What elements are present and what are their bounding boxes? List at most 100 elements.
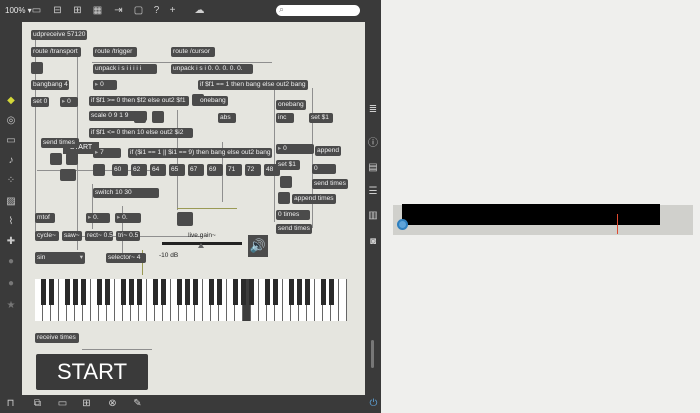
black-key[interactable] (304, 279, 310, 305)
append-message[interactable]: append (315, 146, 341, 156)
black-key[interactable] (72, 279, 78, 305)
black-key[interactable] (288, 279, 294, 305)
bang-button[interactable] (278, 192, 290, 204)
note-message[interactable]: 65 (169, 164, 185, 176)
lock-icon[interactable]: ▭ (31, 5, 42, 16)
set0-message[interactable]: set 0 (31, 97, 49, 107)
note-message[interactable]: 69 (207, 164, 223, 176)
info-icon[interactable]: ⓘ (367, 138, 379, 150)
number-box[interactable]: 7 (93, 148, 121, 158)
note-message[interactable]: 62 (131, 164, 147, 176)
lock-icon[interactable]: ⊓ (4, 398, 17, 410)
target-icon[interactable]: ◎ (5, 115, 17, 127)
patcher-canvas[interactable]: udpreceive 57120 route /transport route … (22, 22, 365, 395)
black-key[interactable] (136, 279, 142, 305)
panels-icon[interactable]: ▥ (367, 210, 379, 222)
cursor-knob[interactable] (397, 219, 408, 230)
if-ge-object[interactable]: if $f1 >= 0 then $f2 else out2 $f1 (89, 96, 189, 106)
black-key[interactable] (120, 279, 126, 305)
note-message[interactable]: 64 (150, 164, 166, 176)
debug-icon[interactable]: ⊗ (106, 398, 119, 410)
bang-button[interactable] (66, 153, 78, 165)
route-cursor-object[interactable]: route /cursor (171, 47, 215, 57)
abs-object[interactable]: abs (218, 113, 236, 123)
black-key[interactable] (48, 279, 54, 305)
black-key[interactable] (192, 279, 198, 305)
new-object-icon[interactable]: ⊟ (52, 5, 63, 16)
help-icon[interactable]: ? (151, 5, 162, 16)
power-icon[interactable]: ⏻ (367, 398, 380, 410)
send-times-object[interactable]: send times (312, 179, 348, 189)
black-key[interactable] (240, 279, 246, 305)
gain-handle[interactable] (198, 243, 204, 248)
onebang-object[interactable]: onebang (198, 96, 228, 106)
if-eq-object[interactable]: if $f1 == 1 then bang else out2 bang (198, 80, 308, 90)
plugin-icon[interactable]: ✚ (5, 236, 17, 248)
black-key[interactable] (80, 279, 86, 305)
add-icon[interactable]: + (167, 5, 178, 16)
saw-object[interactable]: saw~ (62, 231, 82, 241)
start-button[interactable]: START (36, 354, 148, 390)
tri-object[interactable]: tri~ 0.5 (116, 231, 140, 241)
receive-times-object[interactable]: receive times (35, 333, 79, 343)
presentation-icon[interactable]: ⊞ (72, 5, 83, 16)
black-key[interactable] (264, 279, 270, 305)
black-key[interactable] (40, 279, 46, 305)
speaker-icon[interactable]: 🔊 (248, 235, 268, 257)
black-key[interactable] (104, 279, 110, 305)
black-key[interactable] (152, 279, 158, 305)
wrench-icon[interactable]: ✎ (131, 398, 144, 410)
black-key[interactable] (216, 279, 222, 305)
list-icon[interactable]: ≣ (367, 104, 379, 116)
black-key[interactable] (232, 279, 238, 305)
send-times-object[interactable]: send times (276, 224, 312, 234)
presentation-icon[interactable]: ▭ (56, 398, 69, 410)
send-times-object[interactable]: send times (41, 138, 79, 148)
live-gain-slider[interactable]: live.gain~ (162, 232, 242, 250)
menu-icon[interactable]: ☰ (367, 186, 379, 198)
if-le-object[interactable]: if $f1 <= 0 then 10 else out2 $i2 (89, 128, 193, 138)
switch-object[interactable]: switch 10 30 (93, 188, 159, 198)
camera-icon[interactable]: ◙ (367, 236, 379, 248)
bang-button[interactable] (134, 111, 146, 123)
number-box[interactable]: 0 (60, 97, 78, 107)
timeline-bar[interactable] (402, 204, 660, 225)
note-message[interactable]: 71 (226, 164, 242, 176)
black-key[interactable] (64, 279, 70, 305)
bang-button[interactable] (50, 153, 62, 165)
route-trigger-object[interactable]: route /trigger (93, 47, 137, 57)
black-key[interactable] (328, 279, 334, 305)
bang-button[interactable] (152, 111, 164, 123)
bang-button[interactable] (280, 176, 292, 188)
black-key[interactable] (184, 279, 190, 305)
set-message[interactable]: set $1 (276, 160, 300, 170)
udpreceive-object[interactable]: udpreceive 57120 (31, 30, 87, 40)
float-box[interactable]: 0. (86, 213, 110, 223)
float-box[interactable]: 0. (115, 213, 141, 223)
bang-button[interactable] (31, 62, 43, 74)
times-message[interactable]: 0 times (276, 210, 310, 220)
rect-object[interactable]: rect~ 0.5 (85, 231, 113, 241)
route-transport-object[interactable]: route /transport (31, 47, 81, 57)
note-message[interactable]: 72 (245, 164, 261, 176)
grid-icon[interactable]: ⊞ (80, 398, 93, 410)
note-message[interactable]: 60 (112, 164, 128, 176)
append-times-message[interactable]: append times (292, 194, 336, 204)
cycle-object[interactable]: cycle~ (35, 231, 59, 241)
cloud-icon[interactable]: ☁ (194, 5, 205, 16)
black-key[interactable] (296, 279, 302, 305)
number-message[interactable]: 0 (312, 164, 336, 174)
number-box[interactable]: 0 (276, 144, 314, 154)
screen-icon[interactable]: ▭ (5, 135, 17, 147)
waveform-menu[interactable]: sin ▾ (35, 252, 85, 264)
black-key[interactable] (248, 279, 254, 305)
gate-object[interactable] (177, 212, 193, 226)
rack-icon[interactable]: ● (5, 256, 17, 268)
white-key[interactable] (339, 279, 347, 321)
unpack-cursor-object[interactable]: unpack i s i 0. 0. 0. 0. 0. (171, 64, 253, 74)
grid-icon[interactable]: ▦ (92, 5, 103, 16)
exit-icon[interactable]: ⇥ (113, 5, 124, 16)
select-icon[interactable]: ⁘ (5, 175, 17, 187)
zoom-menu[interactable]: 100% ▾ (5, 6, 32, 15)
search-input[interactable]: ⌕ (276, 4, 360, 16)
